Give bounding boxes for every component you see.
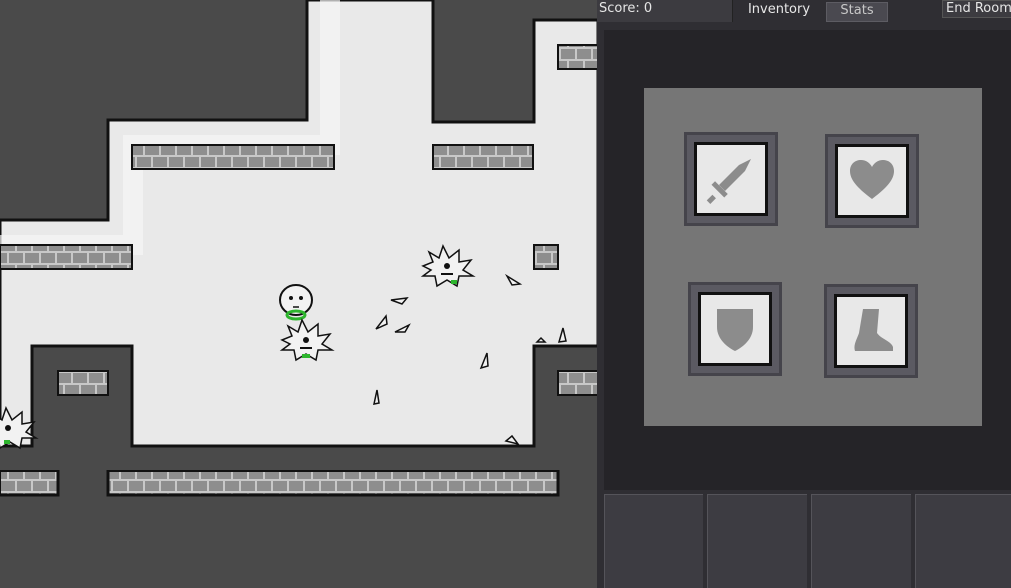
side-panel: Score: 0 Inventory Stats End Room <box>597 0 1011 588</box>
end-room-button[interactable]: End Room <box>942 0 1011 18</box>
hotbar-slot[interactable] <box>707 494 807 588</box>
hotbar-slot[interactable] <box>915 494 1011 588</box>
hotbar-slot[interactable] <box>604 494 703 588</box>
sword-icon <box>706 159 751 204</box>
game-viewport[interactable] <box>0 0 598 588</box>
dungeon-map <box>0 0 598 588</box>
tab-stats[interactable]: Stats <box>826 2 888 22</box>
brick-wall <box>533 244 559 270</box>
brick-wall <box>432 144 534 170</box>
inventory-slot-heart[interactable] <box>825 134 919 228</box>
brick-wall <box>557 44 598 70</box>
tab-inventory[interactable]: Inventory <box>734 0 824 22</box>
boot-icon <box>854 309 893 351</box>
brick-wall <box>131 144 335 170</box>
brick-wall <box>557 370 598 396</box>
score-label: Score: 0 <box>597 0 733 22</box>
hotbar-slot[interactable] <box>811 494 911 588</box>
inventory-grid <box>644 88 982 426</box>
inventory-slot-shield[interactable] <box>688 282 782 376</box>
heart-icon <box>850 160 894 199</box>
brick-wall <box>57 370 109 396</box>
inventory-area <box>604 30 1011 490</box>
brick-wall <box>107 470 559 496</box>
inventory-slot-boot[interactable] <box>824 284 918 378</box>
brick-wall <box>0 470 59 496</box>
brick-wall <box>0 244 133 270</box>
shield-icon <box>717 309 753 351</box>
inventory-slot-sword[interactable] <box>684 132 778 226</box>
